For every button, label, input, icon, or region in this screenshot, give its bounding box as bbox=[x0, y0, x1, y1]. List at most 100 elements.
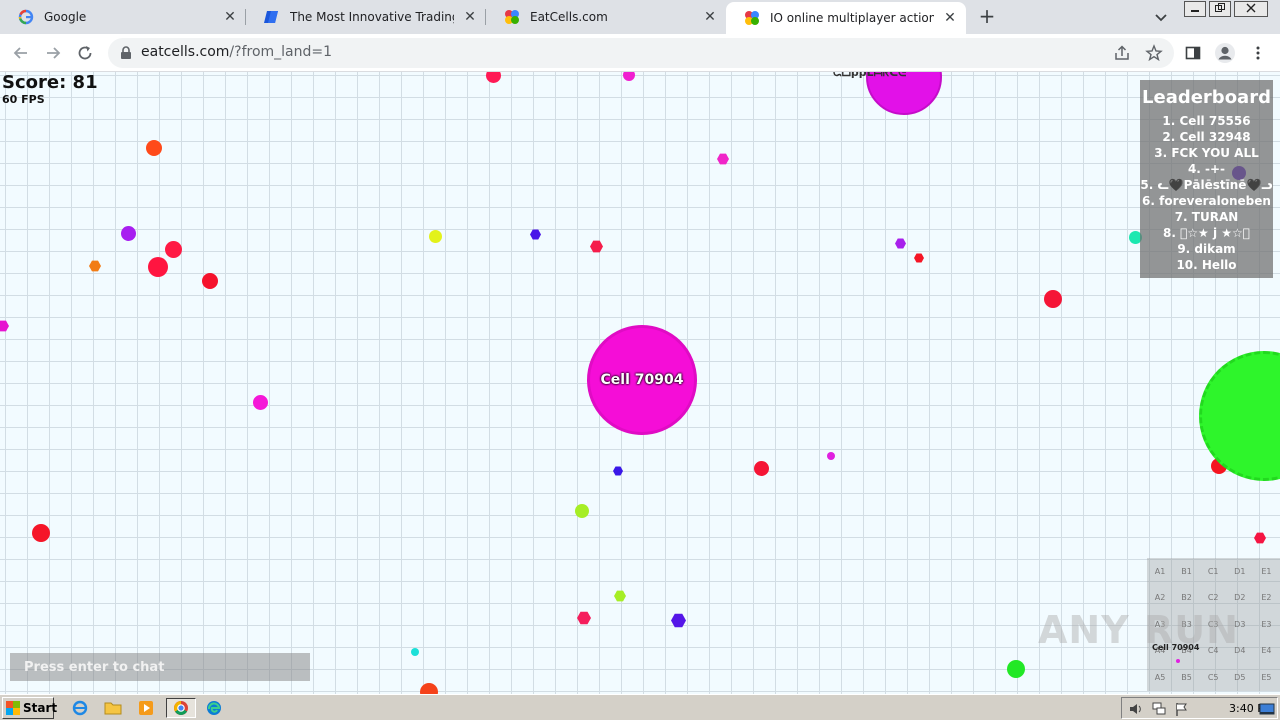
profile-button[interactable] bbox=[1214, 42, 1236, 64]
food-pellet bbox=[614, 590, 626, 602]
reload-icon bbox=[78, 46, 92, 60]
bookmark-star-icon[interactable] bbox=[1145, 44, 1163, 62]
minimap-cell: C2 bbox=[1207, 593, 1219, 603]
url-text: eatcells.com/?from_land=1 bbox=[141, 44, 332, 60]
media-player-icon[interactable] bbox=[135, 698, 157, 718]
tab-io-game[interactable]: IO online multiplayer action game. Sign … bbox=[726, 2, 966, 34]
profile-avatar-icon bbox=[1215, 43, 1235, 63]
score-label: Score: 81 bbox=[2, 72, 98, 93]
folder-icon[interactable] bbox=[102, 698, 124, 718]
food-pellet bbox=[530, 229, 541, 240]
food-pellet bbox=[121, 226, 136, 241]
taskbar: Start 3:40 PM bbox=[0, 694, 1280, 720]
food-pellet bbox=[146, 140, 162, 156]
edge-icon[interactable] bbox=[203, 698, 225, 718]
minimap-cell: A1 bbox=[1154, 566, 1166, 576]
restore-button[interactable] bbox=[1209, 1, 1231, 17]
food-pellet bbox=[0, 320, 9, 332]
trading-platform-icon bbox=[264, 9, 280, 25]
leaderboard-entry: 3. FCK YOU ALL bbox=[1154, 146, 1259, 160]
side-panel-button[interactable] bbox=[1182, 42, 1204, 64]
close-icon[interactable]: ✕ bbox=[222, 9, 238, 25]
tab-eatcells[interactable]: EatCells.com ✕ bbox=[486, 0, 726, 34]
start-label: Start bbox=[23, 701, 58, 715]
food-pellet bbox=[253, 395, 268, 410]
action-center-flag-icon[interactable] bbox=[1174, 701, 1190, 717]
close-window-button[interactable] bbox=[1234, 1, 1268, 17]
minimap-cell: C5 bbox=[1207, 672, 1219, 682]
windows-logo-icon bbox=[6, 701, 20, 715]
tab-title: Google bbox=[44, 10, 87, 24]
forward-button[interactable] bbox=[42, 42, 64, 64]
minimap-cell: E4 bbox=[1261, 646, 1272, 656]
show-desktop-icon[interactable] bbox=[1259, 701, 1275, 717]
close-icon[interactable]: ✕ bbox=[702, 9, 718, 25]
minimap-cell: E5 bbox=[1261, 672, 1272, 682]
restore-icon bbox=[1215, 3, 1225, 12]
leaderboard-entry: 5. ᓚ🖤Pālēstīnē🖤ᓗ bbox=[1140, 178, 1273, 192]
minimap-cell: E2 bbox=[1261, 593, 1272, 603]
tab-title: EatCells.com bbox=[530, 10, 608, 24]
address-bar[interactable]: eatcells.com/?from_land=1 bbox=[108, 38, 1174, 68]
internet-explorer-icon[interactable] bbox=[69, 698, 91, 718]
menu-button[interactable] bbox=[1247, 42, 1269, 64]
network-icon[interactable] bbox=[1151, 701, 1167, 717]
kebab-menu-icon bbox=[1256, 46, 1260, 60]
food-pellet bbox=[613, 466, 623, 476]
tab-trading-platform[interactable]: The Most Innovative Trading Platform ✕ bbox=[246, 0, 486, 34]
reload-button[interactable] bbox=[74, 42, 96, 64]
player-cell[interactable]: Cell 70904 bbox=[587, 325, 697, 435]
share-icon[interactable] bbox=[1113, 44, 1131, 62]
minimap-cell: E1 bbox=[1261, 566, 1272, 576]
minimize-icon bbox=[1191, 10, 1199, 12]
leaderboard-title: Leaderboard bbox=[1142, 87, 1271, 108]
back-button[interactable] bbox=[10, 42, 32, 64]
food-pellet bbox=[623, 72, 635, 81]
food-pellet bbox=[914, 253, 924, 263]
food-pellet bbox=[577, 611, 591, 625]
leaderboard: Leaderboard 1. Cell 75556 2. Cell 32948 … bbox=[1140, 80, 1273, 278]
food-pellet bbox=[420, 683, 438, 694]
food-pellet bbox=[575, 504, 589, 518]
tab-title: The Most Innovative Trading Platform bbox=[290, 10, 454, 24]
leaderboard-entry: 6. foreveraloneben bbox=[1142, 194, 1271, 208]
minimap-cell: D5 bbox=[1234, 672, 1246, 682]
enemy-cell-name: ᙅᗝppᒪᗩᖇᑕᕮ bbox=[833, 72, 907, 79]
food-pellet bbox=[486, 72, 501, 83]
minimize-button[interactable] bbox=[1184, 1, 1206, 17]
url-path: /?from_land=1 bbox=[229, 44, 333, 60]
chrome-icon[interactable] bbox=[166, 698, 196, 718]
close-icon[interactable]: ✕ bbox=[462, 9, 478, 25]
minimap-cell: B2 bbox=[1181, 593, 1192, 603]
url-domain: eatcells.com bbox=[141, 44, 230, 60]
food-pellet bbox=[89, 260, 101, 272]
food-pellet bbox=[429, 230, 442, 243]
new-tab-button[interactable]: + bbox=[976, 5, 998, 27]
food-pellet bbox=[411, 648, 419, 656]
food-pellet bbox=[202, 273, 218, 289]
food-pellet bbox=[1254, 532, 1266, 544]
food-pellet bbox=[671, 613, 686, 628]
food-pellet bbox=[32, 524, 50, 542]
chat-input[interactable]: Press enter to chat bbox=[10, 653, 310, 681]
chevron-down-icon bbox=[1155, 14, 1167, 22]
side-panel-icon bbox=[1185, 46, 1201, 60]
close-icon[interactable]: ✕ bbox=[942, 10, 958, 26]
food-pellet bbox=[717, 153, 729, 165]
game-canvas[interactable]: ᙅᗝppᒪᗩᖇᑕᕮ Cell 70904 Score: 81 60 FPS Le… bbox=[0, 72, 1280, 694]
eatcells-icon bbox=[504, 9, 520, 25]
lock-icon[interactable] bbox=[118, 45, 134, 61]
food-pellet bbox=[1007, 660, 1025, 678]
food-pellet bbox=[165, 241, 182, 258]
minimap-cell: A5 bbox=[1154, 672, 1166, 682]
tab-google[interactable]: Google ✕ bbox=[0, 0, 246, 34]
close-icon bbox=[1246, 3, 1256, 13]
minimap-cell: A2 bbox=[1154, 593, 1166, 603]
leaderboard-entry: 1. Cell 75556 bbox=[1162, 114, 1251, 128]
minimap-cell: D1 bbox=[1234, 566, 1246, 576]
start-button[interactable]: Start bbox=[2, 697, 58, 719]
leaderboard-entry: 10. Hello bbox=[1176, 258, 1237, 272]
tab-search-button[interactable] bbox=[1152, 8, 1170, 26]
volume-icon[interactable] bbox=[1128, 701, 1144, 717]
minimap-cell: B1 bbox=[1181, 566, 1192, 576]
